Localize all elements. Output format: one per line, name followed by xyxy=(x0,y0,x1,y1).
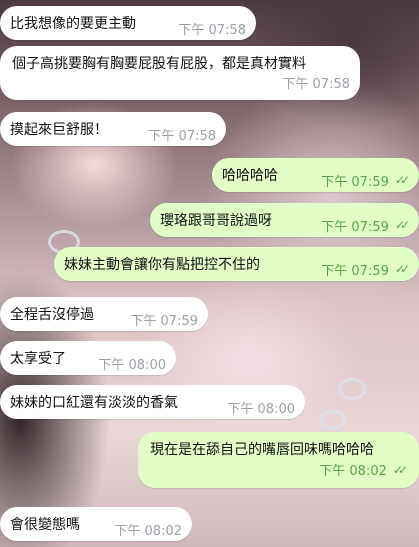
message-bubble-incoming[interactable]: 比我想像的要更主動 下午 07:58 xyxy=(0,6,256,40)
message-time: 下午 08:02 xyxy=(319,464,387,479)
message-time: 下午 08:02 xyxy=(114,523,182,539)
message-text: 瓔珞跟哥哥說過呀 xyxy=(160,213,272,229)
message-text: 現在是在舔自己的嘴唇回味嗎哈哈哈 xyxy=(150,442,374,458)
message-bubble-outgoing[interactable]: 哈哈哈哈 下午 07:59 ✓✓ xyxy=(212,158,419,192)
message-text: 太享受了 xyxy=(10,351,66,367)
message-bubble-outgoing[interactable]: 現在是在舔自己的嘴唇回味嗎哈哈哈 下午 08:02 ✓✓ xyxy=(138,432,419,488)
message-bubble-incoming[interactable]: 太享受了 下午 08:00 xyxy=(0,341,176,375)
message-bubble-outgoing[interactable]: 妹妹主動會讓你有點把控不住的 下午 07:59 ✓✓ xyxy=(54,247,419,281)
message-time: 下午 07:58 xyxy=(282,77,350,92)
ring-decoration xyxy=(338,378,366,400)
message-bubble-incoming[interactable]: 會很變態嗎 下午 08:02 xyxy=(0,507,192,541)
message-text: 摸起來巨舒服！ xyxy=(10,122,108,138)
message-bubble-incoming[interactable]: 全程舌沒停過 下午 07:59 xyxy=(0,297,208,331)
message-time: 下午 07:59 xyxy=(321,174,389,190)
message-time: 下午 07:58 xyxy=(148,128,216,144)
message-time: 下午 08:00 xyxy=(227,401,295,417)
message-time: 下午 07:59 xyxy=(130,313,198,329)
double-check-icon: ✓✓ xyxy=(394,173,410,187)
double-check-icon: ✓✓ xyxy=(394,218,410,232)
message-time: 下午 07:58 xyxy=(178,22,246,38)
message-text: 哈哈哈哈 xyxy=(222,168,278,184)
message-text: 妹妹的口紅還有淡淡的香氣 xyxy=(10,395,178,411)
double-check-icon: ✓✓ xyxy=(394,262,410,276)
ring-decoration xyxy=(320,410,346,430)
message-bubble-incoming[interactable]: 妹妹的口紅還有淡淡的香氣 下午 08:00 xyxy=(0,385,305,419)
message-text: 全程舌沒停過 xyxy=(10,307,94,323)
message-text: 個子高挑要胸有胸要屁股有屁股，都是真材實料 xyxy=(12,56,306,72)
message-time: 下午 07:59 xyxy=(321,263,389,279)
message-text: 比我想像的要更主動 xyxy=(10,16,136,32)
message-bubble-incoming[interactable]: 個子高挑要胸有胸要屁股有屁股，都是真材實料 下午 07:58 xyxy=(0,46,360,100)
message-time: 下午 07:59 xyxy=(321,219,389,235)
message-text: 會很變態嗎 xyxy=(10,517,80,533)
message-text: 妹妹主動會讓你有點把控不住的 xyxy=(64,257,260,273)
message-time: 下午 08:00 xyxy=(98,357,166,373)
double-check-icon: ✓✓ xyxy=(392,462,408,477)
message-bubble-outgoing[interactable]: 瓔珞跟哥哥說過呀 下午 07:59 ✓✓ xyxy=(150,203,419,237)
message-bubble-incoming[interactable]: 摸起來巨舒服！ 下午 07:58 xyxy=(0,112,226,146)
